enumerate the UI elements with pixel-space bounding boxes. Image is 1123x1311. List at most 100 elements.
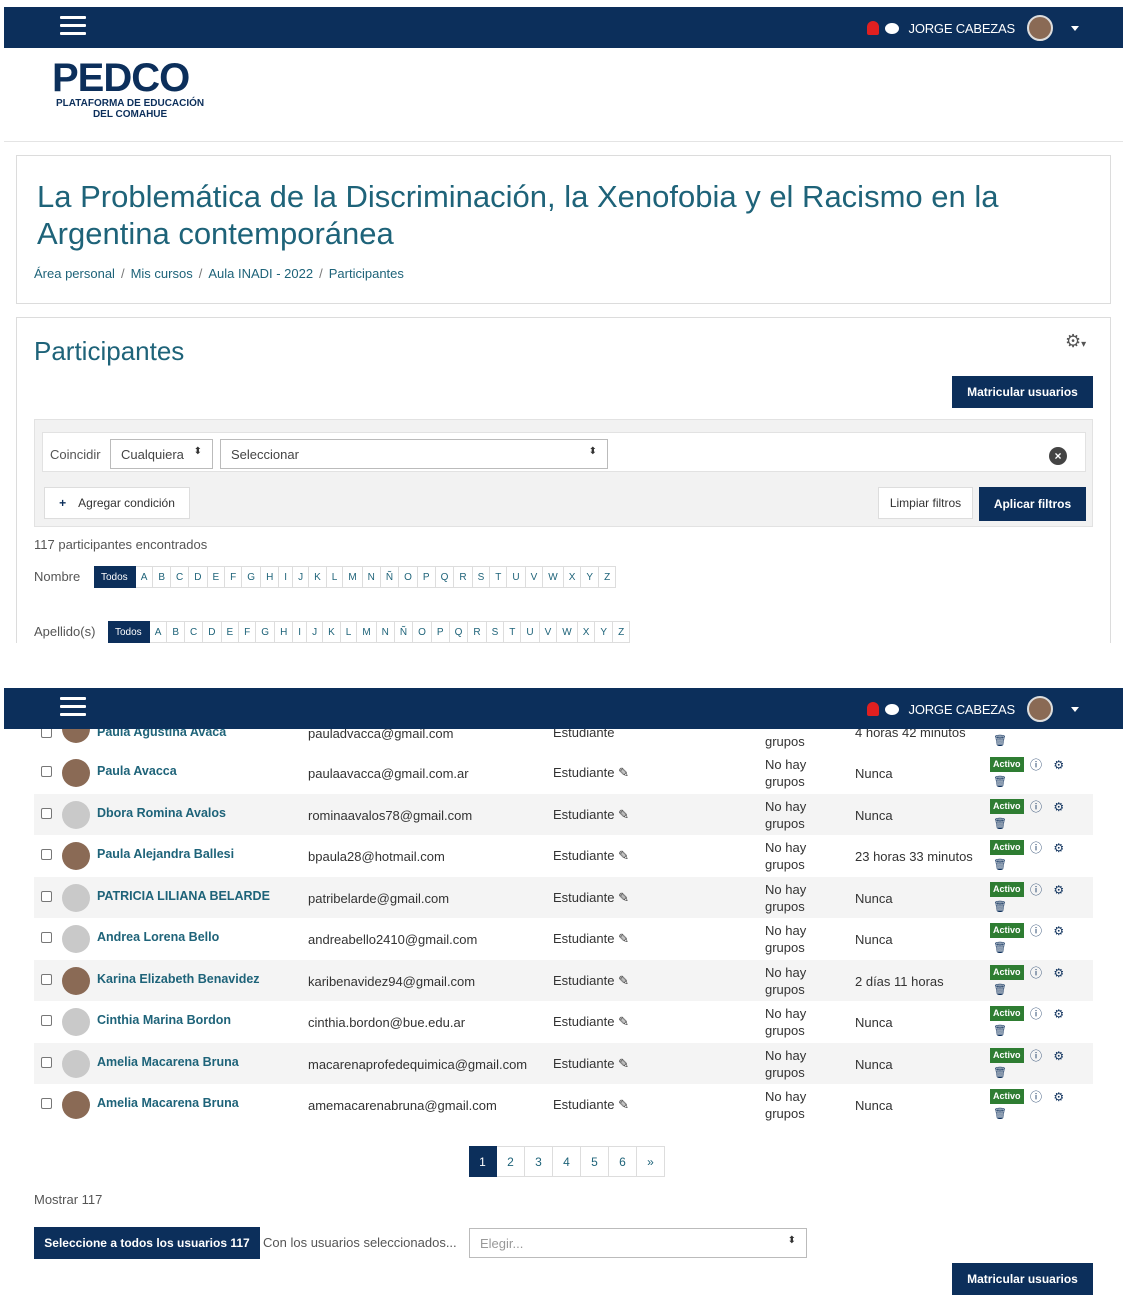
- edit-pencil-icon[interactable]: ✎: [618, 890, 629, 905]
- match-select[interactable]: Cualquiera ⬍: [110, 439, 213, 469]
- letter-filter[interactable]: T: [490, 566, 508, 588]
- site-logo[interactable]: PEDCO PLATAFORMA DE EDUCACIÓN DEL COMAHU…: [52, 58, 204, 120]
- user-name[interactable]: JORGE CABEZAS: [909, 21, 1016, 36]
- select-all-button[interactable]: Seleccione a todos los usuarios 117: [34, 1227, 260, 1259]
- messages-icon[interactable]: [884, 703, 899, 715]
- letter-todos[interactable]: Todos: [108, 621, 150, 643]
- letter-filter[interactable]: B: [153, 566, 172, 588]
- letter-filter[interactable]: Y: [581, 566, 600, 588]
- info-icon[interactable]: ⓘ: [1030, 800, 1042, 814]
- trash-icon[interactable]: 🗑: [993, 734, 1007, 747]
- letter-filter[interactable]: Ñ: [380, 566, 400, 588]
- messages-icon[interactable]: [884, 22, 899, 34]
- participant-role[interactable]: Estudiante ✎: [553, 765, 629, 781]
- user-menu-caret-icon[interactable]: [1071, 25, 1079, 31]
- menu-toggle-icon[interactable]: [60, 697, 86, 719]
- gear-icon[interactable]: ⚙: [1053, 1007, 1064, 1021]
- letter-filter[interactable]: U: [521, 621, 540, 643]
- row-checkbox[interactable]: [41, 1098, 52, 1109]
- row-checkbox[interactable]: [41, 932, 52, 943]
- trash-icon[interactable]: 🗑: [993, 900, 1007, 913]
- info-icon[interactable]: ⓘ: [1030, 758, 1042, 772]
- notifications-icon[interactable]: [866, 21, 879, 35]
- letter-filter[interactable]: D: [203, 621, 222, 643]
- participant-name[interactable]: Amelia Macarena Bruna: [97, 1055, 239, 1069]
- letter-filter[interactable]: Ñ: [394, 621, 414, 643]
- letter-filter[interactable]: U: [507, 566, 526, 588]
- letter-filter[interactable]: I: [293, 621, 308, 643]
- gear-icon[interactable]: ⚙: [1053, 966, 1064, 980]
- show-all-link[interactable]: Mostrar 117: [34, 1192, 102, 1207]
- edit-pencil-icon[interactable]: ✎: [618, 807, 629, 822]
- participant-role[interactable]: Estudiante ✎: [553, 890, 629, 906]
- user-avatar[interactable]: [1027, 696, 1053, 722]
- participant-role[interactable]: Estudiante ✎: [553, 1056, 629, 1072]
- letter-filter[interactable]: M: [357, 621, 377, 643]
- user-avatar[interactable]: [1027, 15, 1053, 41]
- letter-filter[interactable]: G: [242, 566, 262, 588]
- gear-icon[interactable]: ⚙: [1053, 758, 1064, 772]
- page-link[interactable]: 2: [497, 1146, 525, 1177]
- participant-name[interactable]: Dbora Romina Avalos: [97, 806, 226, 820]
- row-checkbox[interactable]: [41, 973, 52, 985]
- trash-icon[interactable]: 🗑: [993, 1066, 1007, 1079]
- user-menu-caret-icon[interactable]: [1071, 706, 1079, 712]
- row-checkbox[interactable]: [41, 766, 52, 777]
- breadcrumb-item[interactable]: Participantes: [329, 266, 404, 281]
- enrol-users-button-bottom[interactable]: Matricular usuarios: [952, 1263, 1093, 1295]
- letter-filter[interactable]: K: [309, 566, 327, 588]
- clear-filters-button[interactable]: Limpiar filtros: [878, 487, 973, 519]
- participant-name[interactable]: Paula Avacca: [97, 764, 177, 778]
- breadcrumb-item[interactable]: Área personal: [34, 266, 115, 281]
- page-link[interactable]: 1: [469, 1146, 497, 1177]
- participant-role[interactable]: Estudiante ✎: [553, 1014, 629, 1030]
- letter-filter[interactable]: J: [293, 566, 310, 588]
- letter-filter[interactable]: S: [486, 621, 505, 643]
- letter-filter[interactable]: N: [376, 621, 395, 643]
- add-condition-button[interactable]: + Agregar condición: [44, 487, 190, 519]
- participant-name[interactable]: Cinthia Marina Bordon: [97, 1013, 231, 1027]
- participant-name[interactable]: Andrea Lorena Bello: [97, 930, 219, 944]
- letter-filter[interactable]: Y: [595, 621, 614, 643]
- participant-name[interactable]: Amelia Macarena Bruna: [97, 1096, 239, 1110]
- letter-filter[interactable]: F: [225, 566, 243, 588]
- letter-filter[interactable]: D: [189, 566, 208, 588]
- letter-filter[interactable]: B: [167, 621, 186, 643]
- letter-filter[interactable]: P: [417, 566, 436, 588]
- menu-toggle-icon[interactable]: [60, 16, 86, 38]
- edit-pencil-icon[interactable]: ✎: [618, 931, 629, 946]
- row-checkbox[interactable]: [41, 1056, 52, 1068]
- letter-filter[interactable]: Z: [599, 566, 617, 588]
- letter-filter[interactable]: W: [543, 566, 564, 588]
- letter-filter[interactable]: G: [256, 621, 276, 643]
- edit-pencil-icon[interactable]: ✎: [618, 848, 629, 863]
- participant-role[interactable]: Estudiante ✎: [553, 973, 629, 989]
- row-checkbox[interactable]: [41, 849, 52, 860]
- info-icon[interactable]: ⓘ: [1030, 924, 1042, 938]
- enrol-users-button[interactable]: Matricular usuarios: [952, 376, 1093, 408]
- participant-role[interactable]: Estudiante ✎: [553, 1097, 629, 1113]
- gear-icon[interactable]: ⚙: [1053, 800, 1064, 814]
- trash-icon[interactable]: 🗑: [993, 817, 1007, 830]
- participant-name[interactable]: PATRICIA LILIANA BELARDE: [97, 889, 270, 903]
- info-icon[interactable]: ⓘ: [1030, 841, 1042, 855]
- info-icon[interactable]: ⓘ: [1030, 883, 1042, 897]
- letter-filter[interactable]: M: [343, 566, 363, 588]
- bulk-action-select[interactable]: Elegir... ⬍: [469, 1228, 807, 1258]
- letter-filter[interactable]: K: [323, 621, 341, 643]
- row-checkbox[interactable]: [41, 1015, 52, 1026]
- letter-filter[interactable]: Q: [449, 621, 469, 643]
- participant-name[interactable]: Karina Elizabeth Benavidez: [97, 972, 260, 986]
- letter-filter[interactable]: E: [221, 621, 240, 643]
- letter-filter[interactable]: O: [399, 566, 418, 588]
- info-icon[interactable]: ⓘ: [1030, 1007, 1042, 1021]
- page-link[interactable]: 5: [581, 1146, 609, 1177]
- letter-filter[interactable]: I: [279, 566, 294, 588]
- participant-name[interactable]: Paula Alejandra Ballesi: [97, 847, 234, 861]
- letter-filter[interactable]: L: [340, 621, 358, 643]
- row-checkbox[interactable]: [41, 807, 52, 819]
- trash-icon[interactable]: 🗑: [993, 1024, 1007, 1037]
- letter-filter[interactable]: L: [326, 566, 344, 588]
- letter-filter[interactable]: V: [539, 621, 558, 643]
- info-icon[interactable]: ⓘ: [1030, 1049, 1042, 1063]
